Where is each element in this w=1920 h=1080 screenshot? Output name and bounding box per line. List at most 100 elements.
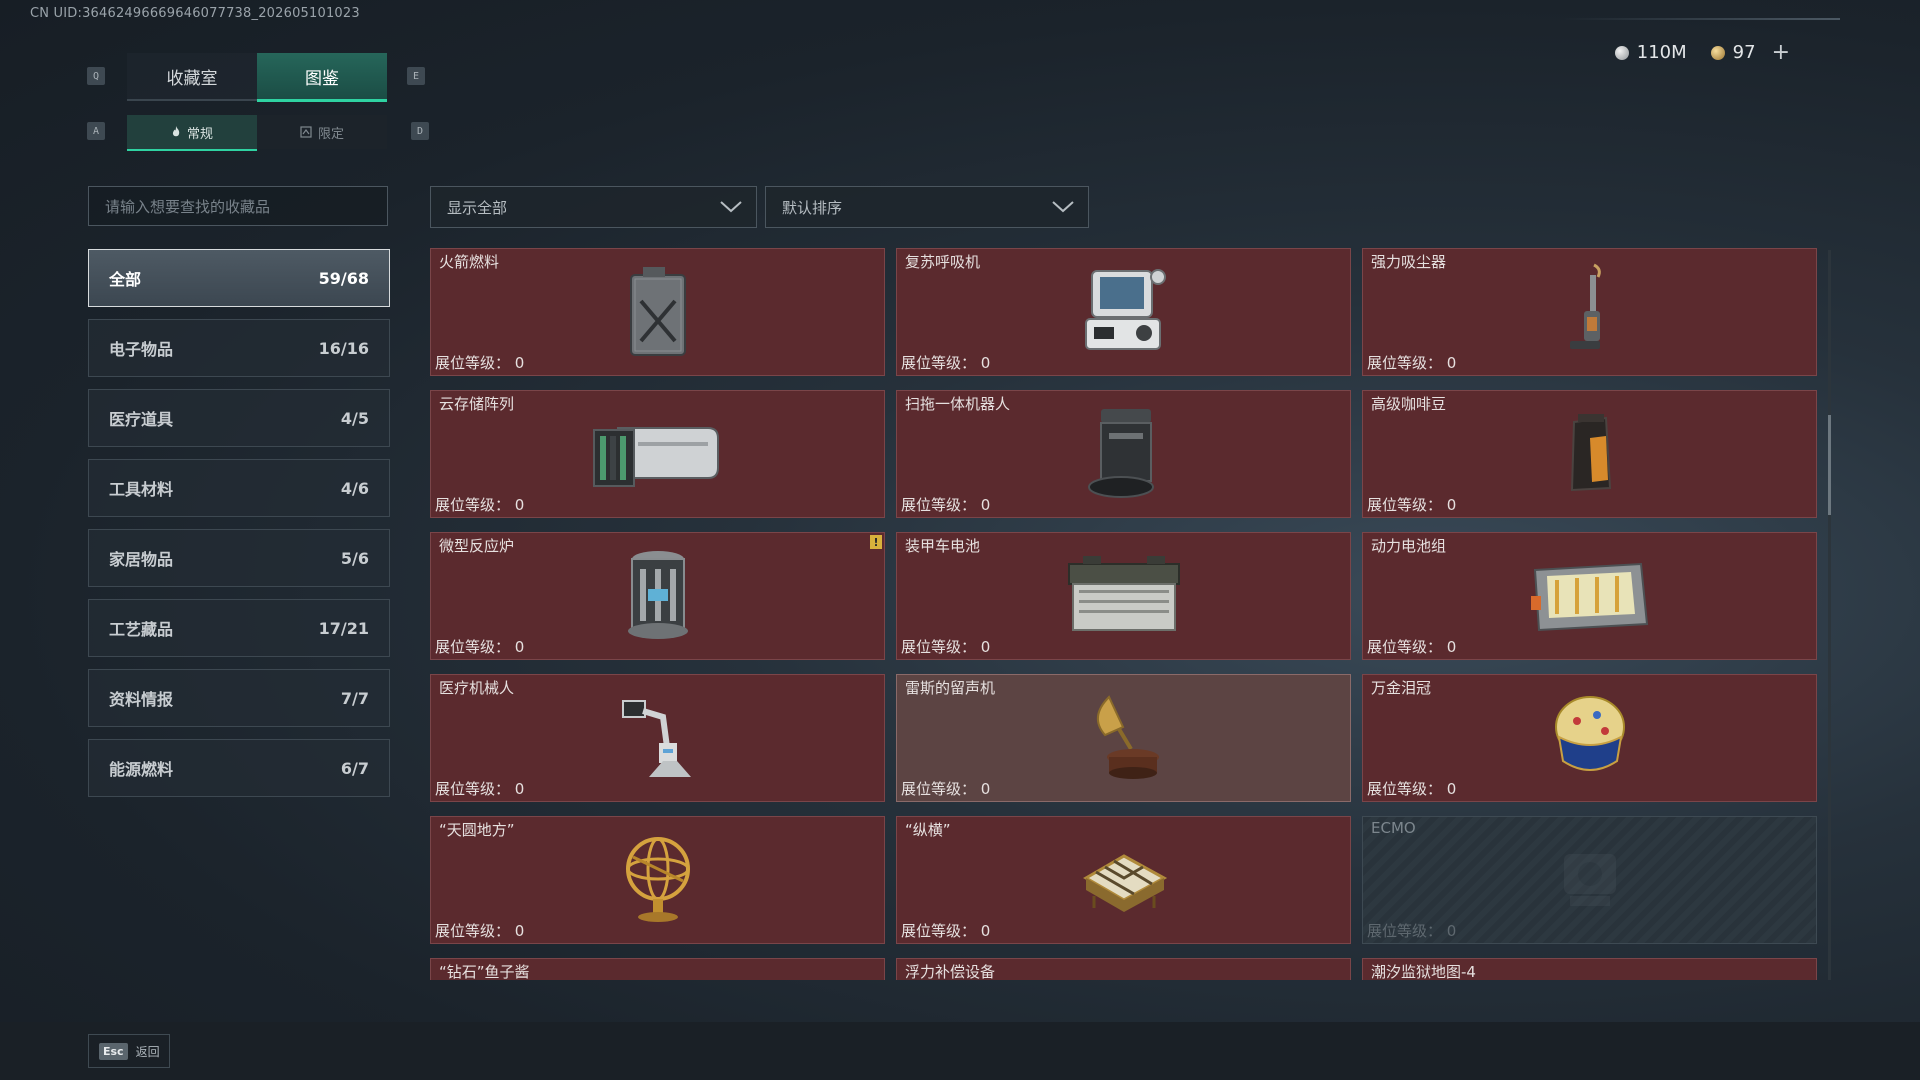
- category-label: 资料情报: [109, 690, 174, 709]
- item-card[interactable]: 微型反应炉 ! 展位等级： 0: [430, 532, 885, 660]
- level-label: 展位等级：: [435, 496, 511, 514]
- tab-catalog[interactable]: 图鉴: [257, 53, 387, 102]
- item-card[interactable]: “天圆地方” 展位等级： 0: [430, 816, 885, 944]
- search-input[interactable]: 请输入想要查找的收藏品: [88, 186, 388, 226]
- vehicle-battery-icon: [1059, 545, 1189, 645]
- item-card[interactable]: 浮力补偿设备: [896, 958, 1351, 980]
- warning-icon: !: [870, 535, 882, 549]
- category-household[interactable]: 家居物品 5/6: [88, 529, 390, 587]
- level-value: 0: [514, 922, 525, 940]
- tab-collection-room[interactable]: 收藏室: [127, 53, 257, 101]
- main-tabs: 收藏室 图鉴: [127, 53, 387, 102]
- item-name: 万金泪冠: [1371, 679, 1432, 697]
- key-hint-e: E: [407, 67, 425, 85]
- category-all[interactable]: 全部 59/68: [88, 249, 390, 307]
- subtab-regular[interactable]: 常规: [127, 115, 257, 151]
- coffee-bag-icon: [1540, 403, 1640, 503]
- level-value: 0: [1446, 354, 1457, 372]
- battery-pack-icon: [1525, 545, 1655, 645]
- item-level: 展位等级： 0: [901, 778, 990, 799]
- item-level: 展位等级： 0: [435, 636, 524, 657]
- chevron-down-icon: [1052, 201, 1074, 213]
- item-card[interactable]: 动力电池组 展位等级： 0: [1362, 532, 1817, 660]
- subtab-limited-label: 限定: [317, 126, 344, 142]
- filter-dropdown[interactable]: 显示全部: [430, 186, 757, 228]
- item-card[interactable]: 装甲车电池 展位等级： 0: [896, 532, 1351, 660]
- item-card[interactable]: 高级咖啡豆 展位等级： 0: [1362, 390, 1817, 518]
- level-label: 展位等级：: [435, 354, 511, 372]
- category-label: 家居物品: [109, 550, 174, 569]
- item-name: 浮力补偿设备: [905, 963, 996, 980]
- item-level: 展位等级： 0: [1367, 636, 1456, 657]
- level-label: 展位等级：: [901, 496, 977, 514]
- item-card[interactable]: 云存储阵列 展位等级： 0: [430, 390, 885, 518]
- mop-robot-icon: [1074, 403, 1174, 503]
- item-card[interactable]: “钻石”鱼子酱: [430, 958, 885, 980]
- grid-scrollbar[interactable]: [1828, 250, 1831, 980]
- category-tools[interactable]: 工具材料 4/6: [88, 459, 390, 517]
- category-count: 59/68: [318, 268, 369, 288]
- item-name: 高级咖啡豆: [1371, 395, 1447, 413]
- category-count: 6/7: [340, 758, 369, 778]
- level-value: 0: [980, 922, 991, 940]
- category-crafts[interactable]: 工艺藏品 17/21: [88, 599, 390, 657]
- item-name: 微型反应炉: [439, 537, 515, 555]
- jeweled-egg-icon: [1540, 687, 1640, 787]
- category-intel[interactable]: 资料情报 7/7: [88, 669, 390, 727]
- limited-icon: [300, 126, 312, 138]
- scrollbar-thumb[interactable]: [1828, 415, 1831, 515]
- level-label: 展位等级：: [901, 354, 977, 372]
- item-name: 复苏呼吸机: [905, 253, 981, 271]
- vacuum-cleaner-icon: [1540, 261, 1640, 361]
- item-card[interactable]: 万金泪冠 展位等级： 0: [1362, 674, 1817, 802]
- item-card[interactable]: 扫拖一体机器人 展位等级： 0: [896, 390, 1351, 518]
- uid-text: CN UID:36462496669646077738_202605101023: [30, 6, 360, 21]
- silver-coin-icon: [1614, 45, 1629, 60]
- level-value: 0: [514, 780, 525, 798]
- level-value: 0: [980, 638, 991, 656]
- item-card[interactable]: “纵横” 展位等级： 0: [896, 816, 1351, 944]
- item-card[interactable]: 强力吸尘器 展位等级： 0: [1362, 248, 1817, 376]
- buoyancy-device-icon: [1074, 971, 1174, 980]
- item-name: “天圆地方”: [439, 821, 515, 839]
- item-level: 展位等级： 0: [901, 494, 990, 515]
- sort-dropdown[interactable]: 默认排序: [765, 186, 1089, 228]
- add-currency-button[interactable]: +: [1772, 40, 1790, 65]
- item-name: 强力吸尘器: [1371, 253, 1447, 271]
- item-level: 展位等级： 0: [435, 920, 524, 941]
- category-list: 全部 59/68 电子物品 16/16 医疗道具 4/5 工具材料 4/6 家居…: [88, 249, 390, 809]
- item-card[interactable]: ECMO 展位等级： 0: [1362, 816, 1817, 944]
- back-button[interactable]: Esc 返回: [88, 1034, 170, 1068]
- level-value: 0: [980, 780, 991, 798]
- category-label: 电子物品: [109, 340, 174, 359]
- level-value: 0: [1446, 496, 1457, 514]
- item-card[interactable]: 雷斯的留声机 展位等级： 0: [896, 674, 1351, 802]
- item-card[interactable]: 复苏呼吸机 展位等级： 0: [896, 248, 1351, 376]
- item-level: 展位等级： 0: [435, 494, 524, 515]
- item-name: “钻石”鱼子酱: [439, 963, 530, 980]
- item-name: 扫拖一体机器人: [905, 395, 1011, 413]
- item-name: 潮汐监狱地图-4: [1371, 963, 1476, 980]
- item-level: 展位等级： 0: [901, 920, 990, 941]
- level-label: 展位等级：: [1367, 354, 1443, 372]
- item-card[interactable]: 潮汐监狱地图-4: [1362, 958, 1817, 980]
- top-divider: [1560, 18, 1840, 20]
- item-name: ECMO: [1371, 819, 1416, 837]
- item-card[interactable]: 火箭燃料 展位等级： 0: [430, 248, 885, 376]
- category-electronics[interactable]: 电子物品 16/16: [88, 319, 390, 377]
- chevron-down-icon: [720, 201, 742, 213]
- level-value: 0: [980, 496, 991, 514]
- key-hint-a: A: [87, 122, 105, 140]
- category-energy[interactable]: 能源燃料 6/7: [88, 739, 390, 797]
- level-value: 0: [514, 354, 525, 372]
- fuel-canister-icon: [608, 261, 708, 361]
- category-medical[interactable]: 医疗道具 4/5: [88, 389, 390, 447]
- subtab-limited[interactable]: 限定: [257, 115, 387, 149]
- ventilator-icon: [1074, 261, 1174, 361]
- item-name: 雷斯的留声机: [905, 679, 996, 697]
- item-level: 展位等级： 0: [1367, 778, 1456, 799]
- gold-currency[interactable]: 97: [1710, 42, 1756, 63]
- item-card[interactable]: 医疗机械人 展位等级： 0: [430, 674, 885, 802]
- level-label: 展位等级：: [1367, 638, 1443, 656]
- level-label: 展位等级：: [435, 638, 511, 656]
